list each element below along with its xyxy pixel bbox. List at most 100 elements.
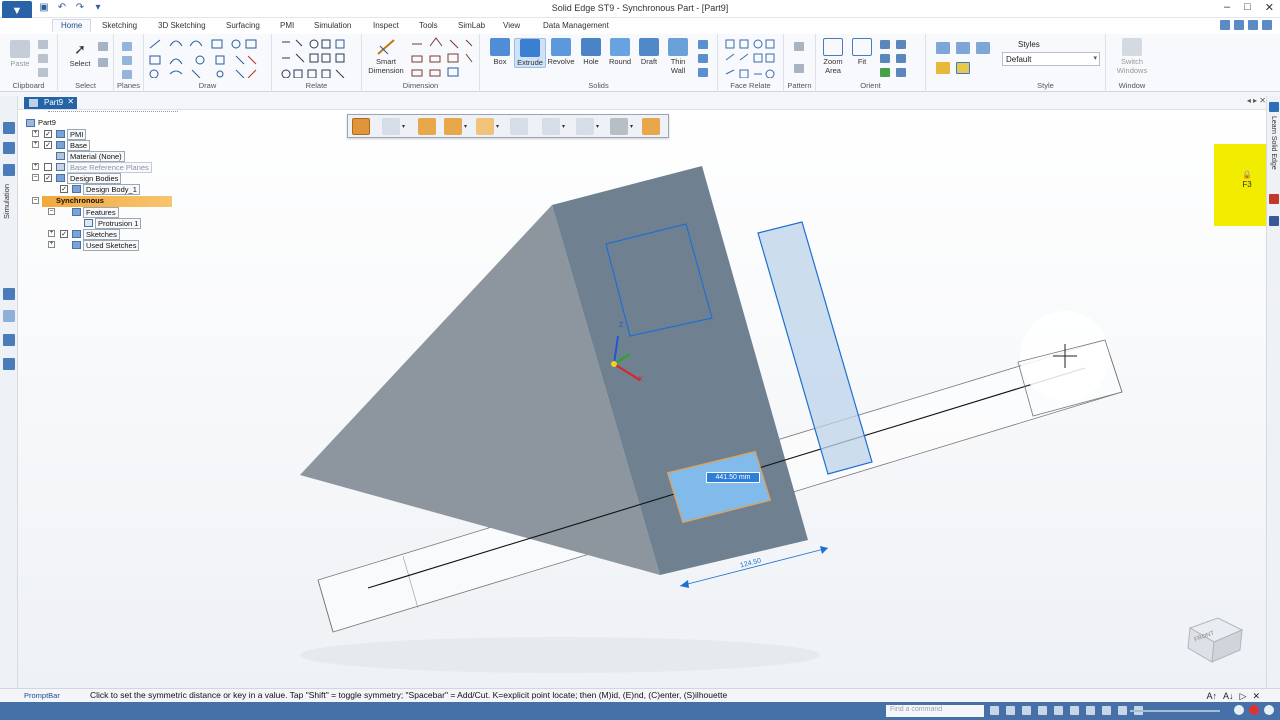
view-3-icon[interactable] (896, 68, 906, 77)
tab-simlab[interactable]: SimLab (458, 21, 485, 30)
tree-node-material[interactable]: Material (None) (22, 151, 182, 162)
dimension-value-input[interactable]: 441.50 mm (706, 472, 760, 483)
pathfinder-icon[interactable] (3, 122, 15, 134)
lock-icon[interactable]: 🔒 F3 (1240, 170, 1254, 192)
tab-simulation[interactable]: Simulation (314, 21, 351, 30)
styles-dropdown[interactable]: Default ▾ (1002, 52, 1100, 66)
round-button[interactable]: Round (606, 38, 634, 66)
select-button[interactable]: ➚ Select (66, 40, 94, 68)
cut-icon[interactable] (38, 40, 48, 49)
draw-tools-icons[interactable] (144, 34, 272, 79)
solid-tool-3-icon[interactable] (698, 68, 708, 77)
promptbar-label[interactable]: PromptBar (24, 691, 60, 700)
rotate-status-icon[interactable] (1070, 706, 1079, 715)
tree-node-synchronous[interactable]: – Synchronous (32, 196, 172, 207)
plane-3-icon[interactable] (122, 70, 132, 79)
maximize-icon[interactable]: □ (1244, 1, 1251, 14)
dropdown-icon[interactable]: ▾ (596, 123, 599, 130)
tree-node-sketches[interactable]: + ✓ Sketches (22, 229, 182, 240)
paste-button[interactable]: Paste (6, 40, 34, 68)
sketch-view-icon[interactable] (1086, 706, 1095, 715)
display-status-icon[interactable] (1102, 706, 1111, 715)
facebook-icon[interactable] (1269, 216, 1279, 226)
tree-node-protrusion-1[interactable]: Protrusion 1 (22, 218, 182, 229)
help-icon[interactable] (1220, 20, 1230, 30)
tab-surfacing[interactable]: Surfacing (226, 21, 260, 30)
tab-tools[interactable]: Tools (419, 21, 438, 30)
selection-filter-button[interactable] (542, 118, 560, 135)
side-step-button[interactable] (382, 118, 400, 135)
pattern-icon[interactable] (794, 42, 804, 51)
document-tab-part9[interactable]: Part9 ✕ (24, 97, 78, 109)
plane-2-icon[interactable] (122, 56, 132, 65)
view-status-icon[interactable] (1118, 706, 1127, 715)
smart-dimension-button[interactable]: Smart Dimension (364, 38, 408, 75)
graphics-viewport[interactable]: 441.50 mm 124.50 Z X FRONT (18, 110, 1266, 688)
rotate-icon[interactable] (880, 68, 890, 77)
format-painter-icon[interactable] (38, 68, 48, 77)
tree-node-base-reference-planes[interactable]: + Base Reference Planes (22, 162, 182, 173)
command-finder-input[interactable]: Find a command (886, 705, 984, 717)
pan-status-icon[interactable] (1054, 706, 1063, 715)
options-button[interactable] (642, 118, 660, 135)
sensors-icon[interactable] (3, 334, 15, 346)
tab-inspect[interactable]: Inspect (373, 21, 399, 30)
face-relate-icons[interactable] (718, 34, 784, 79)
revolve-button[interactable]: Revolve (546, 38, 576, 66)
treatment-button[interactable] (476, 118, 494, 135)
dropdown-icon[interactable]: ▾ (464, 123, 467, 130)
close-document-icon[interactable]: ✕ (67, 97, 74, 106)
extent-button[interactable] (444, 118, 462, 135)
tab-home[interactable]: Home (52, 19, 92, 32)
keypoint-button[interactable] (510, 118, 528, 135)
mirror-icon[interactable] (794, 64, 804, 73)
finder-arrow-icon[interactable] (990, 706, 999, 715)
face-select-button[interactable] (576, 118, 594, 135)
fit-status-icon[interactable] (1038, 706, 1047, 715)
minimize-icon[interactable]: – (1224, 1, 1230, 14)
zoom-in-icon[interactable] (1234, 705, 1244, 715)
relate-tools-icons[interactable] (272, 34, 362, 79)
font-decrease-icon[interactable]: A↓ (1223, 691, 1234, 702)
switch-windows-button[interactable]: Switch Windows (1112, 38, 1152, 75)
copy-icon[interactable] (38, 54, 48, 63)
promptbar-options-icon[interactable]: ▷ (1240, 691, 1247, 702)
promptbar-close-icon[interactable]: ✕ (1252, 691, 1260, 702)
pan-icon[interactable] (880, 54, 890, 63)
select-filter-icon[interactable] (98, 58, 108, 67)
zoom-status-icon[interactable] (1022, 706, 1031, 715)
tree-node-features[interactable]: – Features (22, 207, 182, 218)
tab-data-management[interactable]: Data Management (543, 21, 609, 30)
direction-button[interactable] (418, 118, 436, 135)
tab-view[interactable]: View (503, 21, 520, 30)
dropdown-icon[interactable]: ▾ (630, 123, 633, 130)
tree-node-part9[interactable]: Part9 (22, 118, 182, 129)
tree-node-used-sketches[interactable]: + Used Sketches (22, 240, 182, 251)
fit-button[interactable]: Fit (848, 38, 876, 66)
pathfinder-grip[interactable] (48, 111, 178, 114)
extent-type-button[interactable] (352, 118, 370, 135)
simulation-side-label[interactable]: Simulation (2, 184, 16, 219)
family-icon[interactable] (3, 310, 15, 322)
tree-node-pmi[interactable]: + ✓ PMI (22, 129, 182, 140)
dimension-tools-icons[interactable] (408, 34, 478, 78)
view-1-icon[interactable] (896, 40, 906, 49)
hole-button[interactable]: Hole (578, 38, 604, 66)
status-options-icon[interactable] (1264, 705, 1274, 715)
document-window-controls[interactable]: ◂ ▸ ✕ (1247, 96, 1266, 105)
model-canvas[interactable] (18, 110, 1266, 688)
zoom-area-button[interactable]: Zoom Area (818, 38, 848, 75)
feature-library-icon[interactable] (3, 288, 15, 300)
layout-icon[interactable] (1234, 20, 1244, 30)
dropdown-icon[interactable]: ▾ (562, 123, 565, 130)
solid-tool-1-icon[interactable] (698, 40, 708, 49)
tab-sketching[interactable]: Sketching (102, 21, 137, 30)
view-2-icon[interactable] (896, 54, 906, 63)
draft-button[interactable]: Draft (636, 38, 662, 66)
zoom-slider[interactable] (1130, 710, 1220, 712)
teamcenter-icon[interactable] (3, 358, 15, 370)
solid-tool-2-icon[interactable] (698, 54, 708, 63)
dropdown-icon[interactable]: ▾ (402, 123, 405, 130)
tab-3d-sketching[interactable]: 3D Sketching (158, 21, 206, 30)
stop-icon[interactable] (1249, 705, 1259, 715)
